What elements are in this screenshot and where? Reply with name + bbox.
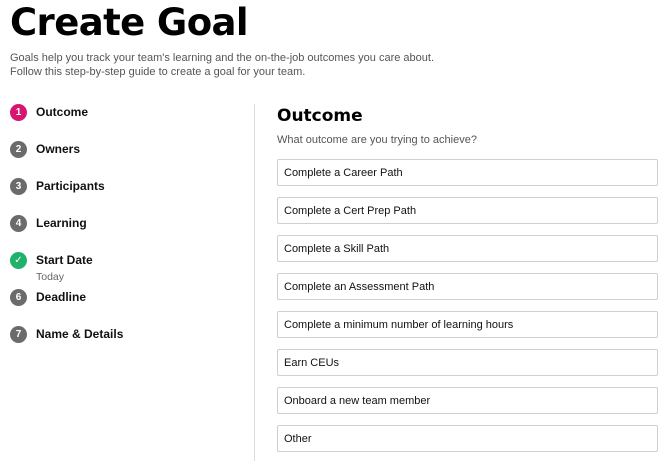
intro-line-1: Goals help you track your team's learnin…	[10, 52, 435, 64]
option-career-path[interactable]: Complete a Career Path	[277, 159, 658, 186]
step-number-badge: 4	[10, 215, 27, 232]
step-owners[interactable]: 2 Owners	[10, 141, 80, 158]
intro-text: Goals help you track your team's learnin…	[10, 51, 570, 79]
step-outcome[interactable]: 1 Outcome	[10, 104, 88, 121]
step-deadline[interactable]: 6 Deadline	[10, 289, 86, 306]
panel-title: Outcome	[277, 106, 363, 126]
step-start-date[interactable]: ✓ Start Date Today	[10, 252, 93, 283]
option-onboard-member[interactable]: Onboard a new team member	[277, 387, 658, 414]
option-skill-path[interactable]: Complete a Skill Path	[277, 235, 658, 262]
step-label: Deadline	[36, 290, 87, 304]
step-number-badge: 2	[10, 141, 27, 158]
outcome-panel: Outcome What outcome are you trying to a…	[277, 104, 658, 452]
page-title: Create Goal	[10, 1, 249, 44]
create-goal-page: Create Goal Goals help you track your te…	[0, 0, 670, 461]
option-assessment-path[interactable]: Complete an Assessment Path	[277, 273, 658, 300]
option-other[interactable]: Other	[277, 425, 658, 452]
panel-question: What outcome are you trying to achieve?	[277, 134, 477, 146]
checkmark-icon: ✓	[10, 252, 27, 269]
step-name-details[interactable]: 7 Name & Details	[10, 326, 123, 343]
intro-line-2: Follow this step-by-step guide to create…	[10, 66, 306, 78]
step-label: Participants	[36, 179, 105, 193]
step-label: Owners	[36, 142, 81, 156]
option-cert-prep-path[interactable]: Complete a Cert Prep Path	[277, 197, 658, 224]
step-number-badge: 3	[10, 178, 27, 195]
step-number-badge: 7	[10, 326, 27, 343]
step-sublabel: Today	[36, 271, 65, 283]
step-participants[interactable]: 3 Participants	[10, 178, 105, 195]
step-label: Start Date	[36, 253, 93, 267]
step-label: Learning	[36, 216, 87, 230]
vertical-divider	[254, 104, 255, 461]
step-label: Outcome	[36, 105, 89, 119]
step-number-badge: 6	[10, 289, 27, 306]
outcome-options: Complete a Career Path Complete a Cert P…	[277, 159, 658, 463]
step-label: Name & Details	[36, 327, 124, 341]
option-learning-hours[interactable]: Complete a minimum number of learning ho…	[277, 311, 658, 338]
step-learning[interactable]: 4 Learning	[10, 215, 87, 232]
step-number-badge: 1	[10, 104, 27, 121]
option-earn-ceus[interactable]: Earn CEUs	[277, 349, 658, 376]
